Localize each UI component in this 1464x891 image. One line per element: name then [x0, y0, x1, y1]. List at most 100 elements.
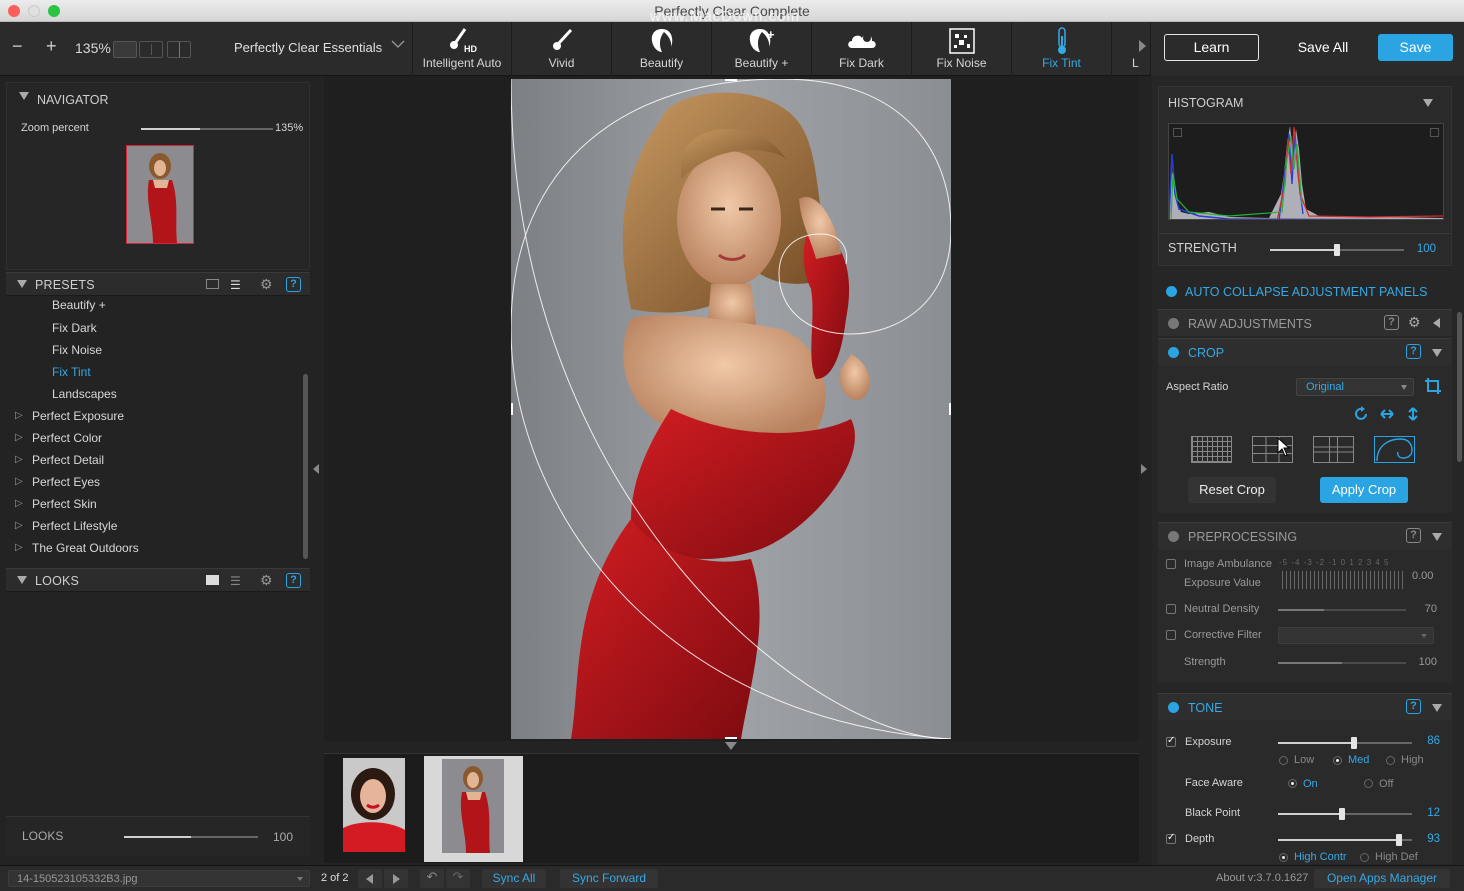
- exposure-value-ruler[interactable]: [1282, 571, 1404, 589]
- navigator-thumbnail[interactable]: [126, 145, 194, 244]
- about-version[interactable]: About v:3.7.0.1627: [1216, 872, 1308, 884]
- zoom-in-button[interactable]: +: [46, 36, 57, 57]
- tool-fix-tint[interactable]: Fix Tint: [1012, 22, 1112, 76]
- reset-crop-button[interactable]: Reset Crop: [1188, 477, 1276, 503]
- list-view-icon[interactable]: ☰: [230, 278, 241, 292]
- face-aware-on-radio[interactable]: [1288, 779, 1297, 788]
- expand-triangle-icon[interactable]: [1433, 318, 1440, 328]
- exposure-high-radio[interactable]: [1386, 756, 1395, 765]
- zoom-out-button[interactable]: −: [12, 36, 23, 57]
- preset-group[interactable]: Perfect Detail: [32, 453, 104, 467]
- corrective-filter-select[interactable]: [1278, 627, 1434, 644]
- collapse-triangle-icon[interactable]: [1432, 704, 1442, 712]
- shadow-clip-toggle[interactable]: [1173, 128, 1182, 137]
- neutral-density-checkbox[interactable]: [1166, 604, 1176, 614]
- preset-group[interactable]: Perfect Lifestyle: [32, 519, 117, 533]
- crop-handle-bottom[interactable]: [725, 737, 737, 739]
- preset-group[interactable]: Perfect Color: [32, 431, 102, 445]
- crop-handle-top[interactable]: [725, 79, 737, 81]
- right-panel-scrollbar[interactable]: [1457, 312, 1462, 462]
- grid-view-icon[interactable]: [206, 575, 219, 585]
- high-definition-radio[interactable]: [1360, 853, 1369, 862]
- next-image-button[interactable]: [384, 869, 408, 888]
- zoom-percent-slider[interactable]: [141, 128, 273, 130]
- tool-fix-dark[interactable]: Fix Dark: [812, 22, 912, 76]
- corrective-filter-checkbox[interactable]: [1166, 630, 1176, 640]
- save-all-button[interactable]: Save All: [1275, 34, 1371, 61]
- crop-handle-right[interactable]: [949, 403, 951, 415]
- undo-icon[interactable]: ↶: [420, 869, 444, 888]
- close-window-button[interactable]: [8, 5, 20, 17]
- preset-item[interactable]: Landscapes: [52, 387, 117, 401]
- help-icon[interactable]: ?: [286, 573, 301, 588]
- side-by-side-view-button[interactable]: [167, 41, 191, 58]
- exposure-low-radio[interactable]: [1279, 756, 1288, 765]
- list-view-icon[interactable]: ☰: [230, 574, 241, 588]
- grid-overlay-spiral-icon[interactable]: [1374, 436, 1415, 463]
- collapse-triangle-icon[interactable]: [1432, 533, 1442, 541]
- tool-intelligent-auto[interactable]: HD Intelligent Auto: [412, 22, 512, 76]
- tone-header[interactable]: TONE ?: [1158, 693, 1452, 720]
- neutral-density-slider[interactable]: [1278, 609, 1406, 611]
- image-canvas[interactable]: [324, 76, 1139, 741]
- tool-beautify[interactable]: Beautify: [612, 22, 712, 76]
- image-ambulance-checkbox[interactable]: [1166, 559, 1176, 569]
- minimize-window-button[interactable]: [28, 5, 40, 17]
- chevron-right-icon[interactable]: ▷: [15, 432, 23, 443]
- auto-collapse-row[interactable]: AUTO COLLAPSE ADJUSTMENT PANELS: [1158, 280, 1452, 304]
- chevron-right-icon[interactable]: ▷: [15, 454, 23, 465]
- looks-strength-slider[interactable]: [124, 836, 258, 838]
- auto-collapse-toggle[interactable]: [1166, 286, 1177, 297]
- raw-adjustments-header[interactable]: RAW ADJUSTMENTS ? ⚙: [1158, 309, 1452, 336]
- help-icon[interactable]: ?: [286, 277, 301, 292]
- single-view-button[interactable]: [113, 41, 137, 58]
- film-thumbnail[interactable]: [343, 758, 405, 852]
- face-aware-off-radio[interactable]: [1364, 779, 1373, 788]
- file-select[interactable]: 14-150523105332B3.jpg: [8, 870, 310, 887]
- highlight-clip-toggle[interactable]: [1430, 128, 1439, 137]
- redo-icon[interactable]: ↷: [446, 869, 470, 888]
- crop-icon[interactable]: [1424, 377, 1442, 400]
- preprocessing-header[interactable]: PREPROCESSING ?: [1158, 522, 1452, 549]
- gear-icon[interactable]: ⚙: [1408, 314, 1421, 331]
- collapse-triangle-icon[interactable]: [1432, 349, 1442, 357]
- black-point-slider[interactable]: [1278, 808, 1412, 820]
- high-contrast-radio[interactable]: [1279, 853, 1288, 862]
- grid-overlay-golden-icon[interactable]: [1313, 436, 1354, 463]
- gear-icon[interactable]: ⚙: [260, 276, 273, 293]
- maximize-window-button[interactable]: [48, 5, 60, 17]
- chevron-right-icon[interactable]: ▷: [15, 498, 23, 509]
- collapse-filmstrip-icon[interactable]: [725, 742, 737, 750]
- apply-crop-button[interactable]: Apply Crop: [1320, 477, 1408, 503]
- crop-handle-bottom-left[interactable]: [511, 732, 518, 739]
- preset-group[interactable]: Perfect Eyes: [32, 475, 100, 489]
- chevron-right-icon[interactable]: ▷: [15, 520, 23, 531]
- presets-scrollbar[interactable]: [303, 374, 308, 559]
- exposure-slider[interactable]: [1278, 737, 1412, 749]
- panel-toggle[interactable]: [1168, 318, 1179, 329]
- collapse-triangle-icon[interactable]: [17, 576, 27, 584]
- film-thumbnail-selected[interactable]: [424, 756, 523, 862]
- panel-toggle[interactable]: [1168, 702, 1179, 713]
- gear-icon[interactable]: ⚙: [260, 572, 273, 589]
- preset-group[interactable]: Perfect Exposure: [32, 409, 124, 423]
- panel-toggle[interactable]: [1168, 347, 1179, 358]
- preset-name[interactable]: Perfectly Clear Essentials: [234, 40, 382, 55]
- help-icon[interactable]: ?: [1384, 315, 1399, 330]
- chevron-right-icon[interactable]: ▷: [15, 410, 23, 421]
- previous-image-button[interactable]: [358, 869, 382, 888]
- collapse-triangle-icon[interactable]: [19, 92, 29, 100]
- preprocessing-strength-slider[interactable]: [1278, 662, 1406, 664]
- strength-slider[interactable]: [1270, 244, 1404, 256]
- panel-toggle[interactable]: [1168, 531, 1179, 542]
- tool-vivid[interactable]: Vivid: [512, 22, 612, 76]
- depth-checkbox[interactable]: [1166, 832, 1176, 844]
- open-apps-manager-button[interactable]: Open Apps Manager: [1314, 869, 1450, 888]
- chevron-right-icon[interactable]: ▷: [15, 476, 23, 487]
- sync-all-button[interactable]: Sync All: [482, 869, 546, 888]
- help-icon[interactable]: ?: [1406, 528, 1421, 543]
- depth-slider[interactable]: [1278, 834, 1412, 846]
- preset-item[interactable]: Fix Noise: [52, 343, 102, 357]
- chevron-right-icon[interactable]: ▷: [15, 542, 23, 553]
- help-icon[interactable]: ?: [1406, 699, 1421, 714]
